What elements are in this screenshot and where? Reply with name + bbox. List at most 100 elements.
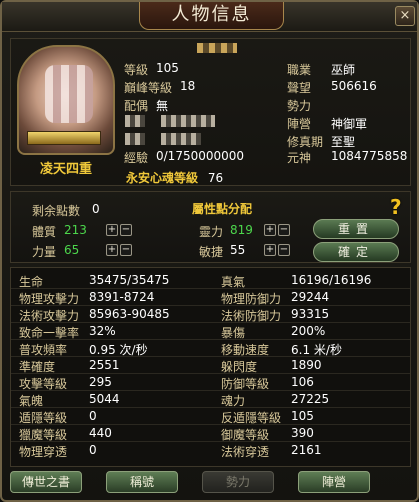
- soul-level-value: 76: [207, 171, 224, 185]
- stat-row: 遁隱等級 0 反遁隱等級 105: [11, 409, 410, 425]
- stat-value: 0: [89, 409, 97, 423]
- stat-value: 440: [89, 426, 112, 440]
- stat-row: 致命一擊率 32% 暴傷 200%: [11, 324, 410, 340]
- row-divider: [11, 288, 410, 289]
- strength-plus-button[interactable]: +: [106, 244, 118, 256]
- info-peak-level: 巔峰等級 18: [124, 79, 195, 96]
- stat-value: 85963-90485: [89, 307, 170, 321]
- faction-button: 勢力: [202, 471, 274, 493]
- title-button[interactable]: 稱號: [106, 471, 178, 493]
- info-label: 勢力: [287, 99, 312, 113]
- stat-row: 法術攻擊力 85963-90485 法術防御力 93315: [11, 307, 410, 323]
- stat-row: 準確度 2551 躲閃度 1890: [11, 358, 410, 374]
- stat-row: 物理穿透 0 法術穿透 2161: [11, 443, 410, 459]
- stat-value: 35475/35475: [89, 273, 170, 287]
- info-label: 經驗: [124, 151, 149, 165]
- spirit-plus-button[interactable]: +: [264, 224, 276, 236]
- stat-value: 200%: [291, 324, 326, 338]
- close-button[interactable]: ×: [395, 6, 415, 26]
- row-divider: [11, 356, 410, 357]
- info-cultivation: 修真期 至聖: [287, 133, 355, 150]
- info-value: 506616: [331, 79, 377, 93]
- info-label: 等級: [124, 63, 149, 77]
- confirm-button[interactable]: 確定: [313, 242, 399, 262]
- info-value: 巫師: [331, 63, 356, 77]
- soul-level-label: 永安心魂等級: [126, 171, 199, 185]
- info-value: 18: [180, 79, 196, 93]
- constitution-minus-button[interactable]: −: [120, 224, 132, 236]
- help-icon[interactable]: ?: [390, 195, 402, 219]
- stat-value: 2161: [291, 443, 322, 457]
- stat-value: 2551: [89, 358, 120, 372]
- row-divider: [11, 441, 410, 442]
- remaining-points-value: 0: [92, 202, 100, 216]
- attribute-allocation-title: 屬性點分配: [192, 202, 253, 216]
- info-experience: 經驗 0/1750000000: [124, 149, 244, 166]
- attr-spirit-value: 819: [230, 223, 253, 237]
- stat-value: 32%: [89, 324, 116, 338]
- stat-value: 27225: [291, 392, 330, 406]
- attr-constitution-label: 體質: [32, 225, 57, 239]
- agility-plus-button[interactable]: +: [264, 244, 276, 256]
- reset-button[interactable]: 重置: [313, 219, 399, 239]
- stat-value: 8391-8724: [89, 290, 155, 304]
- info-spouse: 配偶 無: [124, 97, 168, 114]
- attr-strength-label: 力量: [32, 245, 57, 259]
- row-divider: [11, 424, 410, 425]
- legend-book-button[interactable]: 傳世之書: [10, 471, 82, 493]
- stat-value: 16196/16196: [291, 273, 372, 287]
- player-name-redacted: [197, 43, 237, 53]
- attr-strength-value: 65: [64, 243, 80, 257]
- stat-row: 攻擊等級 295 防御等級 106: [11, 375, 410, 391]
- stat-value: 390: [291, 426, 314, 440]
- info-label: 修真期: [287, 135, 324, 149]
- stat-value: 105: [291, 409, 314, 423]
- row-divider: [11, 390, 410, 391]
- redacted-value: [161, 133, 201, 145]
- remaining-points-label: 剩余點數: [32, 204, 81, 218]
- portrait-image: [45, 65, 93, 123]
- info-value: 至聖: [331, 135, 356, 149]
- attr-agility-label: 敏捷: [199, 245, 224, 259]
- info-label: 聲望: [287, 81, 312, 95]
- stat-value: 29244: [291, 290, 330, 304]
- info-value: 無: [156, 99, 169, 113]
- redacted-value: [161, 115, 215, 127]
- window-title: 人物信息: [139, 2, 284, 30]
- info-value: 神御軍: [331, 117, 368, 131]
- stat-row: 物理攻擊力 8391-8724 物理防御力 29244: [11, 290, 410, 306]
- stat-label: 物理穿透: [19, 445, 68, 459]
- info-spirit: 元神 1084775858: [287, 149, 407, 166]
- stat-value: 93315: [291, 307, 330, 321]
- portrait-nameplate-icon: [27, 131, 101, 145]
- info-value: 105: [156, 61, 179, 75]
- info-level: 等級 105: [124, 61, 179, 78]
- stat-row: 氣魄 5044 魂力 27225: [11, 392, 410, 408]
- info-label: 陣營: [287, 117, 312, 131]
- stat-value: 295: [89, 375, 112, 389]
- info-camp: 陣營 神御軍: [287, 115, 367, 132]
- row-divider: [11, 373, 410, 374]
- info-value: 1084775858: [331, 149, 408, 163]
- character-info-window: 人物信息 × 凌天四重 等級 105 巔峰等級 18 配偶 無 經驗 0/175…: [0, 0, 419, 502]
- stat-value: 1890: [291, 358, 322, 372]
- stat-row: 生命 35475/35475 真氣 16196/16196: [11, 273, 410, 289]
- spirit-minus-button[interactable]: −: [278, 224, 290, 236]
- info-label: 職業: [287, 63, 312, 77]
- camp-button[interactable]: 陣營: [298, 471, 370, 493]
- title-bar: 人物信息 ×: [2, 2, 417, 32]
- row-divider: [11, 322, 410, 323]
- stat-value: 5044: [89, 392, 120, 406]
- soul-level-row: 永安心魂等級 76: [126, 169, 223, 186]
- info-value: 0/1750000000: [156, 149, 245, 163]
- agility-minus-button[interactable]: −: [278, 244, 290, 256]
- constitution-plus-button[interactable]: +: [106, 224, 118, 236]
- info-class: 職業 巫師: [287, 61, 355, 78]
- info-label: 配偶: [124, 99, 149, 113]
- row-divider: [11, 339, 410, 340]
- redacted-label: [125, 115, 145, 127]
- attr-agility-value: 55: [230, 243, 246, 257]
- character-name: 凌天四重: [39, 162, 92, 177]
- strength-minus-button[interactable]: −: [120, 244, 132, 256]
- stat-row: 普攻頻率 0.95 次/秒 移動速度 6.1 米/秒: [11, 341, 410, 357]
